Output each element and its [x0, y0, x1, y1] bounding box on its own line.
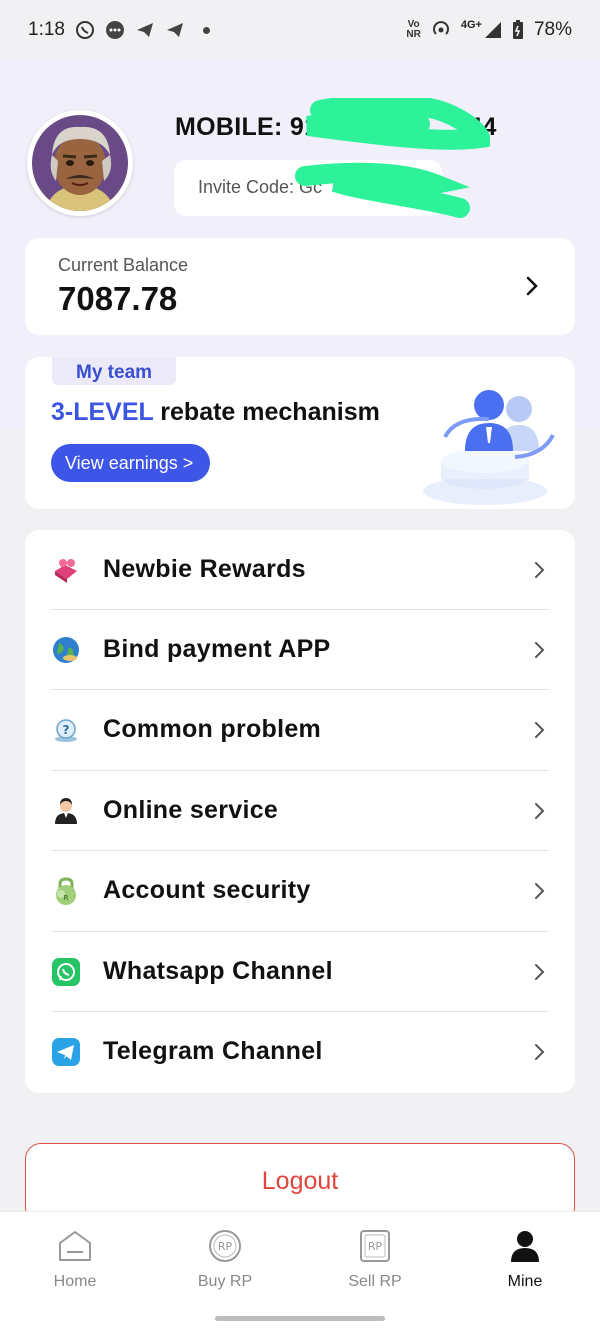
nav-label: Sell RP: [348, 1273, 402, 1290]
status-time: 1:18: [28, 19, 65, 40]
view-earnings-button[interactable]: View earnings >: [51, 444, 210, 482]
battery-level: 78%: [533, 19, 572, 40]
nav-label: Home: [53, 1273, 97, 1290]
menu-item-label: Common problem: [103, 715, 322, 743]
menu-item-label: Bind payment APP: [103, 635, 331, 663]
signal-icon: [484, 22, 501, 38]
nav-buy-rp[interactable]: RP Buy RP: [150, 1212, 300, 1312]
chevron-right-icon: [535, 883, 545, 899]
balance-label: Current Balance: [58, 255, 189, 275]
gesture-home-bar[interactable]: [215, 1316, 385, 1321]
chevron-right-icon: [535, 964, 545, 980]
chevron-right-icon: [535, 722, 545, 738]
sell-rp-icon: RP: [360, 1230, 390, 1262]
menu-item-newbie-rewards[interactable]: Newbie Rewards: [25, 530, 575, 610]
whatsapp-notification-icon: [75, 21, 94, 39]
mobile-number: MOBILE: 91 44: [175, 113, 497, 141]
chevron-right-icon: [526, 276, 538, 296]
menu-item-label: Telegram Channel: [103, 1037, 323, 1065]
menu-item-bind-payment-app[interactable]: Bind payment APP: [25, 610, 575, 690]
globe-icon: [53, 637, 79, 663]
status-bar: 1:18 Vo NR 4G+ 78%: [0, 0, 600, 60]
home-icon: [59, 1231, 91, 1261]
svg-text:R: R: [64, 894, 69, 902]
menu-item-account-security[interactable]: R Account security: [25, 851, 575, 931]
svg-text:?: ?: [63, 723, 70, 737]
svg-text:RP: RP: [368, 1240, 383, 1253]
balance-amount: 7087.78: [58, 280, 178, 317]
message-notification-icon: [105, 21, 124, 39]
invite-code: Invite Code: Gc: [198, 177, 323, 197]
menu-item-online-service[interactable]: Online service: [25, 771, 575, 851]
menu-item-label: Whatsapp Channel: [103, 957, 333, 985]
menu-list: Newbie Rewards Bind payment APP ? Common…: [25, 530, 575, 1093]
team-illustration-icon: [423, 390, 555, 505]
invite-code-box[interactable]: Invite Code: Gc: [174, 160, 442, 216]
gift-icon: [55, 559, 77, 583]
menu-item-common-problem[interactable]: ? Common problem: [25, 690, 575, 770]
menu-item-label: Online service: [103, 796, 279, 824]
battery-icon: [512, 20, 523, 39]
whatsapp-icon: [52, 958, 80, 986]
telegram-notification-icon: [136, 23, 153, 37]
avatar-image: [32, 115, 128, 211]
hotspot-icon: [432, 21, 449, 35]
nav-label: Mine: [507, 1273, 543, 1290]
team-card[interactable]: My team 3-LEVEL rebate mechanism View ea…: [25, 357, 575, 509]
menu-item-label: Account security: [103, 876, 311, 904]
balance-card[interactable]: Current Balance 7087.78: [25, 238, 575, 335]
menu-item-telegram-channel[interactable]: Telegram Channel: [25, 1012, 575, 1092]
svg-text:RP: RP: [218, 1240, 233, 1253]
user-icon: [511, 1231, 539, 1262]
nav-home[interactable]: Home: [0, 1212, 150, 1312]
telegram-icon: [52, 1038, 80, 1066]
telegram-notification-icon-2: [166, 23, 183, 37]
menu-item-whatsapp-channel[interactable]: Whatsapp Channel: [25, 932, 575, 1012]
menu-item-label: Newbie Rewards: [103, 555, 306, 583]
chevron-right-icon: [535, 562, 545, 578]
volte-indicator: Vo NR: [406, 19, 421, 40]
chevron-right-icon: [535, 803, 545, 819]
team-tag: My team: [52, 357, 177, 385]
team-title: 3-LEVEL rebate mechanism: [51, 398, 380, 426]
nav-label: Buy RP: [197, 1273, 253, 1290]
nav-sell-rp[interactable]: RP Sell RP: [300, 1212, 450, 1312]
avatar[interactable]: [27, 110, 133, 216]
network-type: 4G+: [460, 19, 482, 31]
chevron-right-icon: [535, 1044, 545, 1060]
support-agent-icon: [55, 798, 77, 824]
buy-rp-icon: RP: [209, 1230, 241, 1262]
nav-mine[interactable]: Mine: [450, 1212, 600, 1312]
more-notifications-dot: [202, 26, 210, 34]
chevron-right-icon: [535, 642, 545, 658]
help-icon: ?: [55, 719, 77, 742]
lock-icon: R: [56, 877, 76, 905]
